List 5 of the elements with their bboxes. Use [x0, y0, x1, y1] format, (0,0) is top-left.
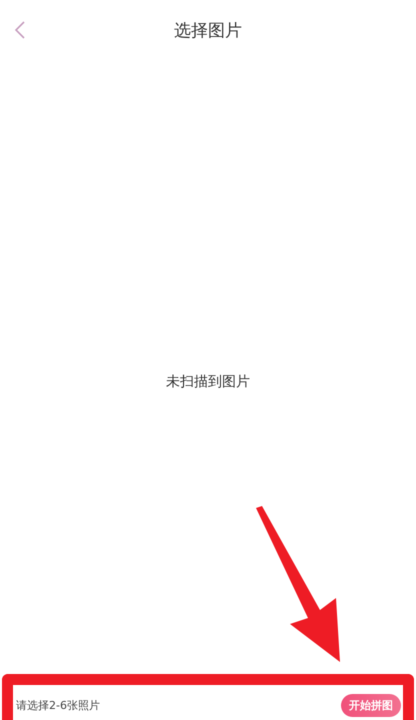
back-icon[interactable] [14, 20, 26, 40]
empty-message: 未扫描到图片 [166, 373, 250, 391]
hint-text: 请选择2-6张照片 [16, 698, 100, 713]
page-title: 选择图片 [174, 20, 242, 42]
start-collage-button[interactable]: 开始拼图 [341, 694, 401, 717]
